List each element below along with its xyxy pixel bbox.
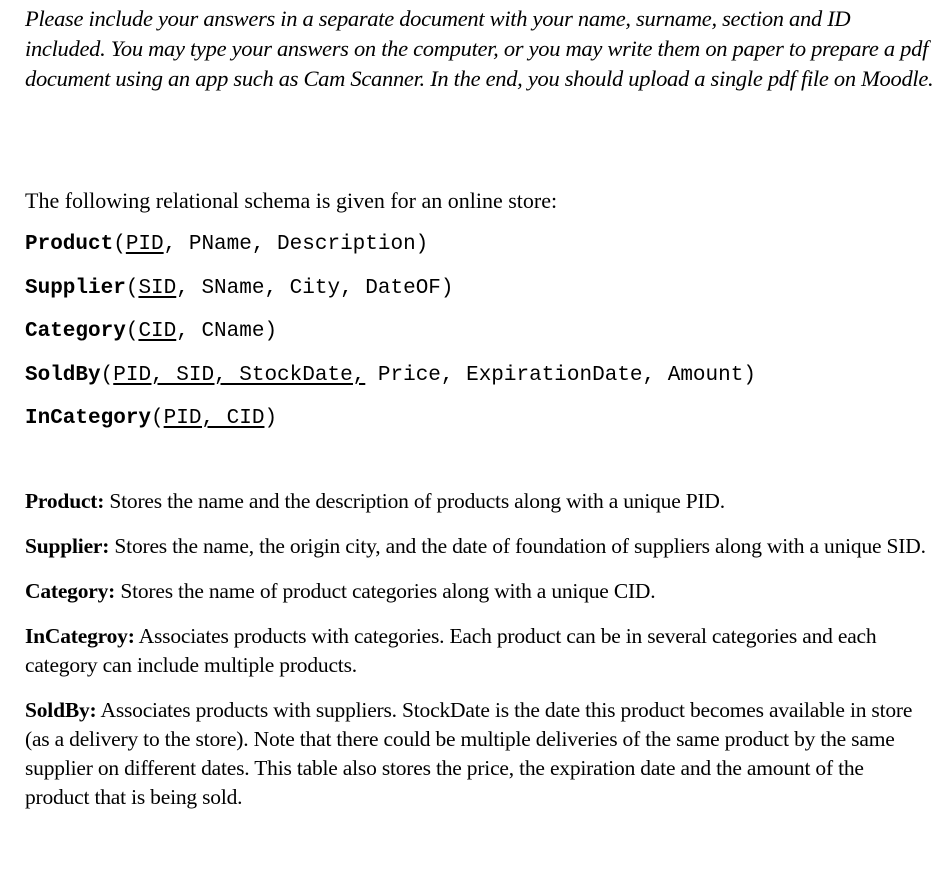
schema-row-product: Product(PID, PName, Description)	[25, 231, 756, 275]
description-soldby: SoldBy: Associates products with supplie…	[25, 696, 930, 812]
table-descriptions: Product: Stores the name and the descrip…	[25, 487, 930, 828]
open-paren: (	[151, 407, 164, 430]
description-term: InCategroy:	[25, 624, 135, 648]
description-product: Product: Stores the name and the descrip…	[25, 487, 930, 516]
description-supplier: Supplier: Stores the name, the origin ci…	[25, 532, 930, 561]
schema-intro: The following relational schema is given…	[25, 188, 558, 213]
description-text: Associates products with suppliers. Stoc…	[25, 698, 913, 809]
table-name: Product	[25, 233, 114, 256]
primary-key: CID	[138, 320, 177, 343]
primary-key: SID	[138, 276, 177, 300]
description-text: Associates products with categories. Eac…	[25, 624, 877, 677]
attributes: , SName, City, DateOF)	[176, 276, 454, 300]
description-term: Category:	[25, 579, 116, 603]
attributes: , CName)	[176, 320, 278, 343]
open-paren: (	[125, 276, 139, 300]
open-paren: (	[113, 233, 126, 256]
attributes: Price, ExpirationDate, Amount)	[365, 363, 756, 387]
submission-instructions: Please include your answers in a separat…	[25, 6, 934, 91]
description-incategory: InCategroy: Associates products with cat…	[25, 622, 930, 680]
description-term: Supplier:	[25, 534, 110, 558]
description-text: Stores the name of product categories al…	[115, 579, 656, 603]
open-paren: (	[125, 320, 139, 343]
description-term: SoldBy:	[25, 698, 97, 722]
schema-row-soldby: SoldBy(PID, SID, StockDate, Price, Expir…	[25, 362, 756, 406]
description-term: Product:	[25, 489, 105, 513]
table-name: InCategory	[25, 407, 152, 430]
primary-key: PID, CID	[163, 407, 265, 430]
description-text: Stores the name, the origin city, and th…	[109, 534, 926, 558]
primary-key: PID, SID, StockDate,	[113, 363, 366, 387]
relational-schema: Product(PID, PName, Description) Supplie…	[25, 231, 756, 449]
schema-row-supplier: Supplier(SID, SName, City, DateOF)	[25, 275, 756, 319]
table-name: SoldBy	[25, 363, 101, 387]
description-category: Category: Stores the name of product cat…	[25, 577, 930, 606]
attributes: )	[264, 407, 278, 430]
document-page: Please include your answers in a separat…	[25, 0, 935, 809]
attributes: , PName, Description)	[163, 233, 429, 256]
table-name: Category	[25, 320, 126, 343]
schema-row-category: Category(CID, CName)	[25, 318, 756, 362]
description-text: Stores the name and the description of p…	[104, 489, 725, 513]
table-name: Supplier	[25, 276, 126, 300]
schema-row-incategory: InCategory(PID, CID)	[25, 405, 756, 449]
primary-key: PID	[125, 233, 164, 256]
open-paren: (	[100, 363, 114, 387]
